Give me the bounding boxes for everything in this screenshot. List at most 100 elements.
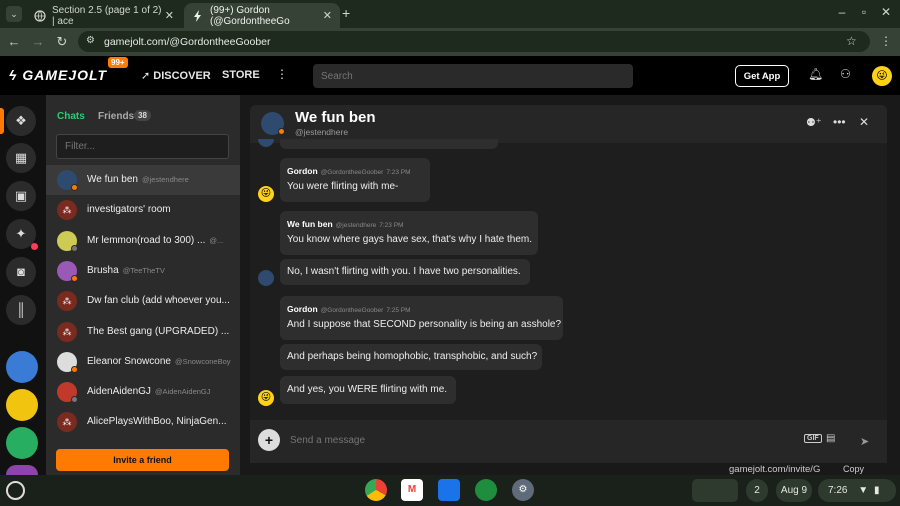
message-text: And yes, you WERE flirting with me.	[287, 384, 448, 395]
settings-icon[interactable]: ⚙	[512, 479, 534, 501]
forward-icon[interactable]: →	[30, 34, 46, 49]
chat-icon[interactable]: ◙	[6, 257, 36, 287]
launcher-icon[interactable]	[6, 481, 25, 500]
chat-list-item[interactable]: Brusha @TeeTheTV	[46, 256, 240, 286]
room-handle[interactable]: @jestendhere	[295, 127, 348, 137]
status-dot	[278, 128, 285, 135]
copy-button[interactable]: Copy	[843, 464, 864, 474]
gif-button[interactable]: GIF	[804, 434, 822, 443]
close-window-icon[interactable]: ✕	[878, 5, 894, 19]
sticker-icon[interactable]: ▤	[826, 433, 835, 444]
files-icon[interactable]	[438, 479, 460, 501]
store-icon[interactable]: ▦	[6, 143, 36, 173]
library-icon[interactable]: ║	[6, 295, 36, 325]
new-tab-button[interactable]: +	[342, 5, 358, 21]
game-icon[interactable]	[6, 465, 38, 475]
tab-title: (99+) Gordon (@GordontheeGo	[210, 4, 290, 27]
message-bubble	[280, 296, 563, 340]
message-author: Gordon @GordontheeGoober 7:23 PM	[287, 166, 411, 176]
gamejolt-logo[interactable]: ϟ GAMEJOLT	[9, 67, 107, 83]
activity-icon[interactable]: ❖	[6, 106, 36, 136]
bell-icon[interactable]: 🔔︎	[808, 67, 823, 81]
clock: 7:26	[828, 485, 848, 496]
friend-count-badge: 38	[134, 110, 151, 121]
unread-dot	[31, 243, 38, 250]
tab-search-icon[interactable]: ⌄	[6, 6, 22, 22]
close-tab-icon[interactable]: ✕	[323, 9, 332, 22]
date-display[interactable]: Aug 9	[776, 479, 812, 502]
reload-icon[interactable]: ↻	[54, 34, 70, 50]
backpack-icon[interactable]: ▣	[6, 181, 36, 211]
rocket-icon: ➚	[141, 70, 151, 82]
chat-list-item[interactable]: Eleanor Snowcone @SnowconeBoy	[46, 347, 240, 377]
url-text[interactable]: gamejolt.com/@GordontheeGoober	[104, 36, 271, 48]
discover-link[interactable]: ➚ DISCOVER	[141, 69, 211, 82]
browser-menu-icon[interactable]: ⋮	[880, 34, 892, 48]
bookmark-star-icon[interactable]: ☆	[846, 34, 857, 48]
chat-list-item[interactable]: AidenAidenGJ @AidenAidenGJ	[46, 377, 240, 407]
tab-title: Section 2.5 (page 1 of 2) | ace	[52, 4, 162, 27]
add-attachment-button[interactable]: +	[258, 429, 280, 451]
invite-friend-button[interactable]: Invite a friend	[56, 449, 229, 471]
store-link[interactable]: STORE	[222, 69, 260, 81]
chat-list-item[interactable]: Mr lemmon(road to 300) ... @...	[46, 226, 240, 256]
add-member-icon[interactable]: ⚉⁺	[806, 116, 822, 129]
chat-name: investigators' room	[87, 204, 171, 216]
back-icon[interactable]: ←	[6, 34, 22, 49]
chat-list-item[interactable]: ⁂ Dw fan club (add whoever you...	[46, 286, 240, 316]
maximize-icon[interactable]: ▫	[856, 5, 872, 19]
user-avatar[interactable]: 😜︎	[872, 66, 892, 86]
chat-name: Mr lemmon(road to 300) ... @...	[87, 234, 224, 246]
get-app-button[interactable]: Get App	[735, 65, 789, 87]
tote-icon[interactable]	[692, 479, 738, 502]
game-icon[interactable]	[6, 427, 38, 459]
messages-icon[interactable]	[475, 479, 497, 501]
avatar[interactable]: 😜︎	[258, 390, 274, 406]
invite-link-text[interactable]: gamejolt.com/invite/G	[729, 464, 820, 475]
more-options-icon[interactable]: •••	[833, 115, 846, 129]
browser-tab-section[interactable]: Section 2.5 (page 1 of 2) | ace ✕	[26, 3, 182, 28]
gmail-icon[interactable]: M	[401, 479, 423, 501]
game-icon[interactable]	[6, 389, 38, 421]
minimize-icon[interactable]: –	[834, 5, 850, 19]
filter-input[interactable]	[56, 134, 229, 159]
status-dot	[71, 396, 78, 404]
notification-count[interactable]: 2	[746, 479, 768, 502]
chat-list-item[interactable]: ⁂ investigators' room	[46, 195, 240, 225]
avatar[interactable]	[258, 270, 274, 286]
close-tab-icon[interactable]: ✕	[165, 9, 174, 22]
chat-list-item[interactable]: ⁂ The Best gang (UPGRADED) ...	[46, 317, 240, 347]
gamejolt-bolt-icon	[192, 9, 204, 22]
battery-icon: ▮	[873, 485, 880, 496]
message-text: And I suppose that SECOND personality is…	[287, 319, 562, 330]
group-icon: ⁂	[57, 321, 77, 342]
status-dot	[71, 365, 78, 373]
close-icon[interactable]: ✕	[859, 115, 869, 129]
notification-badge: 99+	[108, 57, 128, 68]
message-author: We fun ben @jestendhere 7:23 PM	[287, 219, 404, 229]
message-input[interactable]	[290, 431, 790, 449]
logo-text: GAMEJOLT	[22, 67, 108, 83]
message-bubble	[280, 158, 430, 202]
chat-name: Brusha @TeeTheTV	[87, 264, 165, 276]
message-bubble	[280, 139, 498, 149]
more-menu-icon[interactable]: ⋮	[276, 67, 288, 81]
chat-name: The Best gang (UPGRADED) ...	[87, 325, 230, 337]
chrome-icon[interactable]	[365, 479, 387, 501]
group-icon: ⁂	[57, 412, 77, 433]
group-icon: ⁂	[57, 291, 77, 312]
message-text: No, I wasn't flirting with you. I have t…	[287, 266, 521, 277]
chat-list-item[interactable]: We fun ben @jestendhere	[46, 165, 240, 195]
send-icon[interactable]: ➤	[860, 435, 869, 448]
game-icon[interactable]	[6, 351, 38, 383]
tab-friends[interactable]: Friends	[98, 111, 134, 122]
browser-tab-gamejolt[interactable]: (99+) Gordon (@GordontheeGo ✕	[184, 3, 340, 28]
chat-list-item[interactable]: ⁂ AlicePlaysWithBoo, NinjaGen...	[46, 407, 240, 437]
tab-chats[interactable]: Chats	[57, 111, 85, 122]
avatar[interactable]: 😜︎	[258, 186, 274, 202]
status-tray[interactable]: 7:26 ▼ ▮	[818, 479, 896, 502]
site-info-icon[interactable]: ⚙	[86, 35, 98, 47]
chat-name: We fun ben @jestendhere	[87, 174, 189, 185]
search-input[interactable]	[313, 64, 633, 88]
friends-icon[interactable]: ⚇	[840, 67, 851, 81]
